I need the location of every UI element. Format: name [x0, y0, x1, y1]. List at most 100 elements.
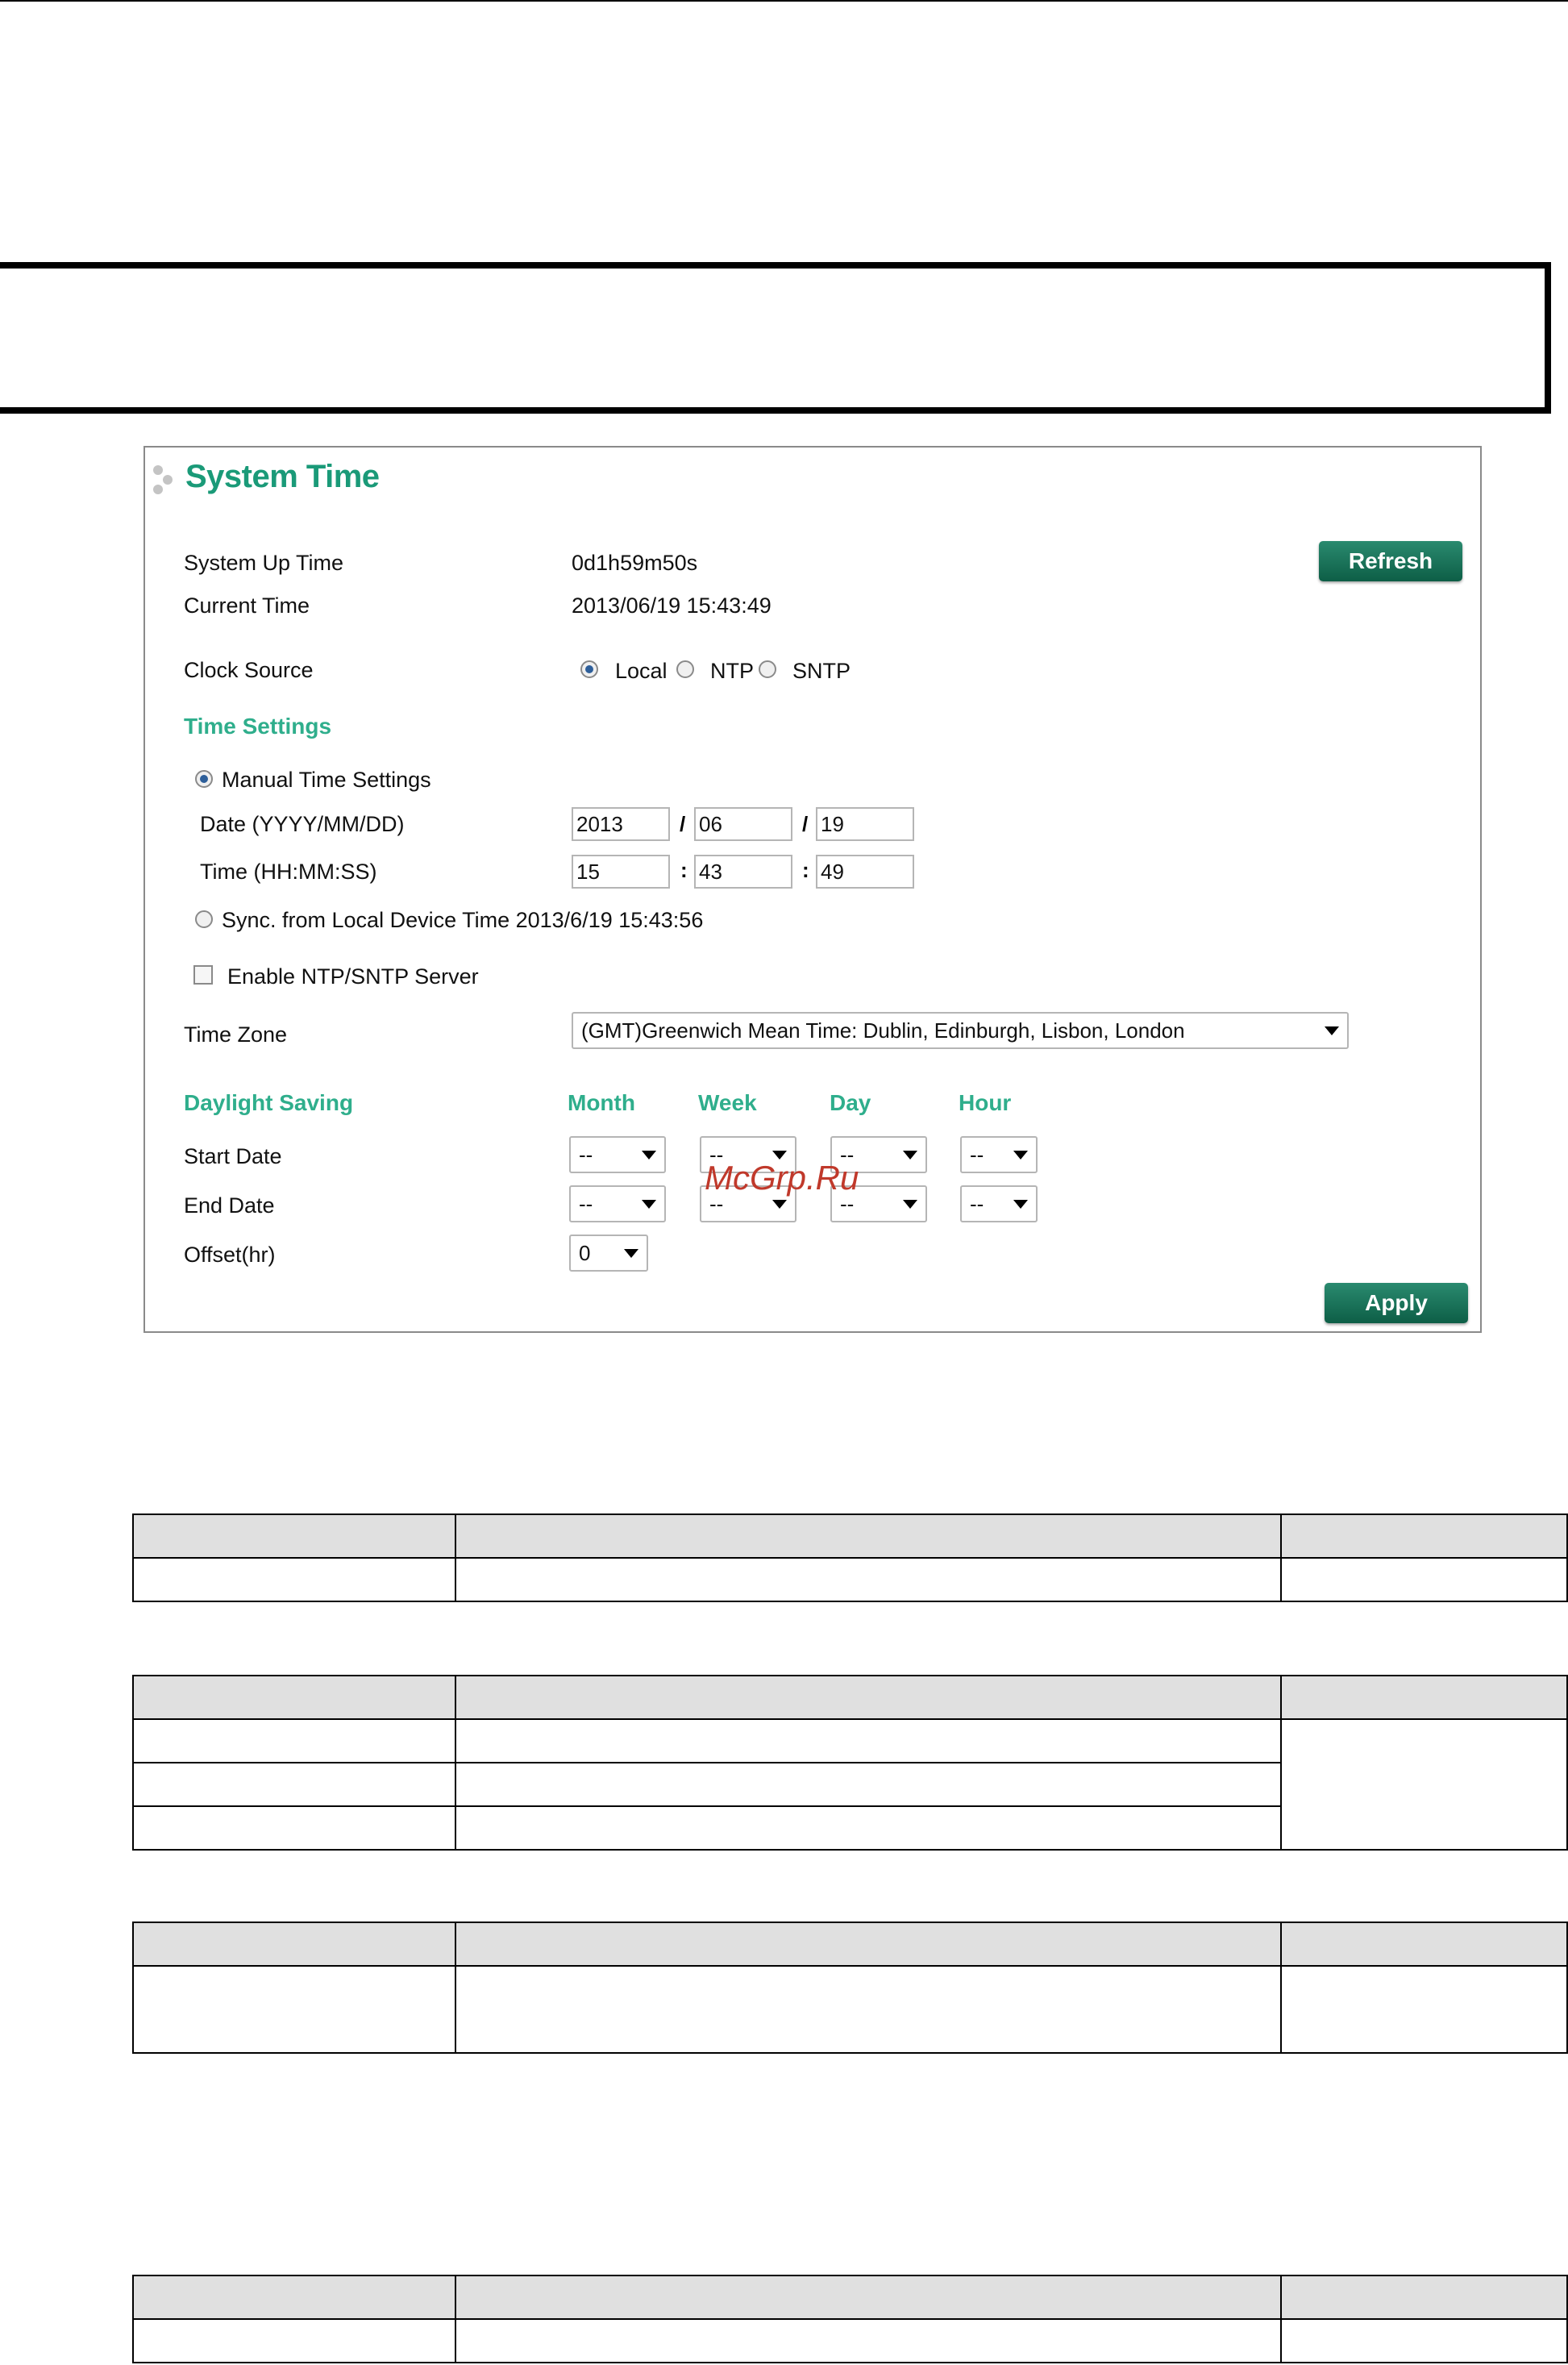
table-header-cell: [132, 1922, 456, 1967]
table-header-cell: [1280, 1922, 1568, 1967]
table-cell: [455, 1965, 1282, 2054]
current-time-label: Current Time: [184, 593, 310, 618]
chevron-down-icon: [642, 1151, 656, 1160]
clock-source-local-label: Local: [615, 659, 668, 683]
table-header-cell: [1280, 1514, 1568, 1559]
date-separator: /: [802, 812, 809, 836]
clock-source-local-radio[interactable]: [580, 660, 598, 678]
reference-table-1: [132, 1514, 1568, 1602]
time-zone-select[interactable]: (GMT)Greenwich Mean Time: Dublin, Edinbu…: [572, 1012, 1349, 1049]
time-label: Time (HH:MM:SS): [200, 860, 377, 884]
end-hour-select[interactable]: --: [960, 1185, 1038, 1222]
system-up-time-value: 0d1h59m50s: [572, 551, 698, 575]
table-cell: [455, 1718, 1282, 1763]
end-month-select[interactable]: --: [569, 1185, 666, 1222]
table-cell: [132, 1762, 456, 1807]
chevron-down-icon: [1013, 1200, 1028, 1209]
date-year-input[interactable]: 2013: [572, 807, 670, 841]
end-month-value: --: [579, 1192, 593, 1216]
table-header-cell: [455, 1514, 1282, 1559]
chevron-down-icon: [903, 1151, 917, 1160]
reference-table-3: [132, 1922, 1568, 2054]
dst-column-day: Day: [830, 1090, 871, 1115]
time-second-input[interactable]: 49: [816, 855, 914, 889]
offset-label: Offset(hr): [184, 1243, 276, 1267]
clock-source-label: Clock Source: [184, 658, 314, 682]
section-bullet-icon: [150, 462, 182, 498]
table-cell: [455, 1557, 1282, 1602]
table-header-cell: [1280, 1675, 1568, 1720]
daylight-saving-heading: Daylight Saving: [184, 1090, 354, 1115]
refresh-button[interactable]: Refresh: [1319, 541, 1462, 581]
table-header-cell: [132, 1675, 456, 1720]
reference-table-2: [132, 1675, 1568, 1851]
table-header-cell: [455, 2275, 1282, 2320]
clock-source-sntp-label: SNTP: [792, 659, 851, 683]
table-header-cell: [132, 2275, 456, 2320]
table-header-cell: [1280, 2275, 1568, 2320]
table-cell: [1280, 1718, 1568, 1851]
dst-column-month: Month: [568, 1090, 635, 1115]
table-cell: [132, 1718, 456, 1763]
table-header-cell: [132, 1514, 456, 1559]
apply-button[interactable]: Apply: [1325, 1283, 1468, 1323]
time-minute-input[interactable]: 43: [694, 855, 792, 889]
system-up-time-label: System Up Time: [184, 551, 344, 575]
table-cell: [455, 2318, 1282, 2363]
system-time-panel: System Time System Up Time 0d1h59m50s Re…: [143, 446, 1482, 1333]
time-zone-value: (GMT)Greenwich Mean Time: Dublin, Edinbu…: [581, 1018, 1185, 1043]
offset-value: 0: [579, 1241, 591, 1265]
chevron-down-icon: [903, 1200, 917, 1209]
clock-source-ntp-label: NTP: [710, 659, 754, 683]
panel-title: System Time: [185, 459, 380, 494]
date-label: Date (YYYY/MM/DD): [200, 812, 405, 836]
manual-time-radio[interactable]: [195, 770, 213, 788]
table-cell: [132, 1805, 456, 1851]
chevron-down-icon: [1013, 1151, 1028, 1160]
start-month-value: --: [579, 1143, 593, 1167]
start-date-label: Start Date: [184, 1144, 282, 1168]
start-hour-select[interactable]: --: [960, 1136, 1038, 1173]
date-day-input[interactable]: 19: [816, 807, 914, 841]
current-time-value: 2013/06/19 15:43:49: [572, 593, 772, 618]
start-hour-value: --: [970, 1143, 984, 1167]
table-cell: [132, 1557, 456, 1602]
chevron-down-icon: [772, 1200, 787, 1209]
table-cell: [132, 1965, 456, 2054]
reference-table-4: [132, 2275, 1568, 2363]
clock-source-ntp-radio[interactable]: [676, 660, 694, 678]
clock-source-sntp-radio[interactable]: [759, 660, 776, 678]
offset-select[interactable]: 0: [569, 1235, 648, 1272]
end-date-label: End Date: [184, 1193, 275, 1218]
chevron-down-icon: [624, 1249, 638, 1258]
time-separator: :: [680, 858, 688, 882]
time-hour-input[interactable]: 15: [572, 855, 670, 889]
dst-column-hour: Hour: [959, 1090, 1012, 1115]
chevron-down-icon: [642, 1200, 656, 1209]
table-cell: [132, 2318, 456, 2363]
table-header-cell: [455, 1675, 1282, 1720]
time-separator: :: [802, 858, 809, 882]
table-cell: [455, 1805, 1282, 1851]
table-cell: [455, 1762, 1282, 1807]
time-settings-heading: Time Settings: [184, 714, 332, 739]
dst-column-week: Week: [698, 1090, 757, 1115]
page-top-rule: [0, 0, 1568, 2]
manual-time-label: Manual Time Settings: [222, 768, 431, 792]
enable-ntp-server-checkbox[interactable]: [193, 965, 213, 985]
table-header-cell: [455, 1922, 1282, 1967]
time-zone-label: Time Zone: [184, 1022, 288, 1047]
table-cell: [1280, 2318, 1568, 2363]
table-cell: [1280, 1557, 1568, 1602]
end-hour-value: --: [970, 1192, 984, 1216]
table-cell: [1280, 1965, 1568, 2054]
sync-local-label: Sync. from Local Device Time 2013/6/19 1…: [222, 908, 704, 932]
sync-local-radio[interactable]: [195, 910, 213, 928]
note-box: [0, 262, 1551, 414]
watermark: McGrp.Ru: [705, 1159, 859, 1197]
start-month-select[interactable]: --: [569, 1136, 666, 1173]
date-separator: /: [680, 812, 686, 836]
date-month-input[interactable]: 06: [694, 807, 792, 841]
chevron-down-icon: [1325, 1026, 1339, 1035]
enable-ntp-server-label: Enable NTP/SNTP Server: [227, 964, 479, 989]
